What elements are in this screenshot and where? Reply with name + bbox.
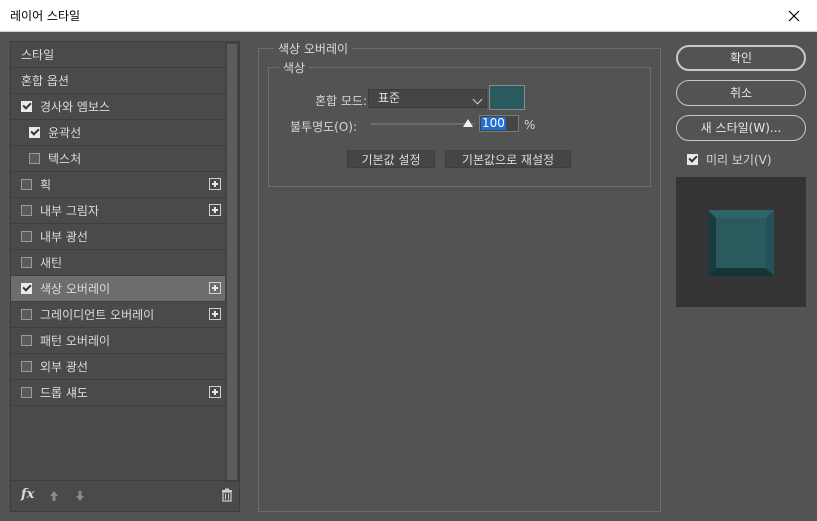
style-item[interactable]: 색상 오버레이 bbox=[11, 276, 225, 302]
style-item[interactable]: 혼합 옵션 bbox=[11, 68, 225, 94]
title-bar: 레이어 스타일 bbox=[0, 0, 817, 32]
style-item-label: 그레이디언트 오버레이 bbox=[40, 308, 155, 322]
arrow-down-icon[interactable] bbox=[75, 490, 85, 502]
fx-button[interactable]: fx bbox=[21, 487, 34, 502]
style-item[interactable]: 새틴 bbox=[11, 250, 225, 276]
trash-icon[interactable] bbox=[221, 488, 233, 502]
blend-mode-value: 표준 bbox=[378, 91, 401, 105]
scrollbar-thumb[interactable] bbox=[227, 44, 237, 480]
add-effect-plus-icon[interactable] bbox=[209, 178, 221, 190]
style-checkbox[interactable] bbox=[21, 205, 32, 216]
style-item[interactable]: 내부 광선 bbox=[11, 224, 225, 250]
style-item-label: 윤곽선 bbox=[48, 126, 82, 140]
styles-list: 스타일혼합 옵션경사와 엠보스윤곽선텍스처획내부 그림자내부 광선새틴색상 오버… bbox=[11, 42, 225, 406]
style-item[interactable]: 외부 광선 bbox=[11, 354, 225, 380]
set-default-label: 기본값 설정 bbox=[361, 153, 421, 167]
cancel-button[interactable]: 취소 bbox=[676, 80, 806, 106]
subgroup-title: 색상 bbox=[279, 59, 310, 76]
blend-mode-select[interactable]: 표준 bbox=[368, 89, 487, 108]
opacity-slider-thumb[interactable] bbox=[463, 119, 473, 127]
style-item-label: 패턴 오버레이 bbox=[40, 334, 111, 348]
style-checkbox[interactable] bbox=[21, 257, 32, 268]
style-checkbox[interactable] bbox=[21, 179, 32, 190]
add-effect-plus-icon[interactable] bbox=[209, 282, 221, 294]
new-style-button[interactable]: 새 스타일(W)... bbox=[676, 115, 806, 141]
group-title: 색상 오버레이 bbox=[274, 40, 353, 57]
style-item[interactable]: 드롭 섀도 bbox=[11, 380, 225, 406]
style-item-label: 외부 광선 bbox=[40, 360, 88, 374]
opacity-label: 불투명도(O): bbox=[290, 120, 358, 134]
overlay-color-swatch[interactable] bbox=[489, 85, 525, 110]
style-item-label: 내부 그림자 bbox=[40, 204, 100, 218]
styles-footer: fx bbox=[11, 480, 239, 511]
reset-default-button[interactable]: 기본값으로 재설정 bbox=[445, 150, 571, 168]
style-checkbox[interactable] bbox=[29, 153, 40, 164]
close-icon bbox=[788, 10, 800, 21]
close-button[interactable] bbox=[771, 0, 817, 31]
style-item[interactable]: 스타일 bbox=[11, 42, 225, 68]
add-effect-plus-icon[interactable] bbox=[209, 386, 221, 398]
preview-thumbnail bbox=[676, 177, 806, 307]
cancel-label: 취소 bbox=[729, 86, 753, 100]
window-title: 레이어 스타일 bbox=[10, 9, 81, 23]
style-checkbox[interactable] bbox=[21, 101, 32, 112]
styles-scrollbar[interactable] bbox=[225, 42, 239, 482]
add-effect-plus-icon[interactable] bbox=[209, 204, 221, 216]
style-item-label: 스타일 bbox=[21, 48, 55, 62]
preview-bevel-square bbox=[708, 210, 774, 276]
opacity-value: 100 bbox=[481, 116, 506, 130]
arrow-up-icon[interactable] bbox=[49, 490, 59, 502]
style-item-label: 혼합 옵션 bbox=[21, 74, 69, 88]
style-checkbox[interactable] bbox=[21, 309, 32, 320]
style-item-label: 획 bbox=[40, 178, 52, 192]
style-checkbox[interactable] bbox=[29, 127, 40, 138]
style-item-label: 색상 오버레이 bbox=[40, 282, 111, 296]
style-item-label: 경사와 엠보스 bbox=[40, 100, 111, 114]
style-item-label: 드롭 섀도 bbox=[40, 386, 88, 400]
preview-label: 미리 보기(V) bbox=[706, 153, 772, 167]
style-item-label: 새틴 bbox=[40, 256, 63, 270]
set-default-button[interactable]: 기본값 설정 bbox=[347, 150, 435, 168]
style-item-label: 내부 광선 bbox=[40, 230, 88, 244]
style-item[interactable]: 패턴 오버레이 bbox=[11, 328, 225, 354]
reset-default-label: 기본값으로 재설정 bbox=[461, 153, 555, 167]
chevron-down-icon bbox=[472, 94, 483, 105]
style-checkbox[interactable] bbox=[21, 335, 32, 346]
style-item[interactable]: 그레이디언트 오버레이 bbox=[11, 302, 225, 328]
style-checkbox[interactable] bbox=[21, 231, 32, 242]
style-item[interactable]: 윤곽선 bbox=[11, 120, 225, 146]
style-item[interactable]: 텍스처 bbox=[11, 146, 225, 172]
color-subgroup: 색상 혼합 모드: 표준 불투명도(O): 100 % bbox=[268, 59, 651, 187]
style-checkbox[interactable] bbox=[21, 361, 32, 372]
style-item[interactable]: 내부 그림자 bbox=[11, 198, 225, 224]
ok-label: 확인 bbox=[729, 51, 753, 65]
style-checkbox[interactable] bbox=[21, 387, 32, 398]
preview-checkbox[interactable] bbox=[687, 154, 698, 165]
preview-toggle[interactable]: 미리 보기(V) bbox=[687, 151, 772, 168]
opacity-input[interactable]: 100 bbox=[479, 115, 519, 132]
blend-mode-label: 혼합 모드: bbox=[315, 94, 368, 108]
style-item[interactable]: 경사와 엠보스 bbox=[11, 94, 225, 120]
color-overlay-group: 색상 오버레이 색상 혼합 모드: 표준 불투명도(O): 100 % 기본값 … bbox=[258, 40, 661, 512]
style-item-label: 텍스처 bbox=[48, 152, 82, 166]
style-item[interactable]: 획 bbox=[11, 172, 225, 198]
add-effect-plus-icon[interactable] bbox=[209, 308, 221, 320]
opacity-unit: % bbox=[524, 118, 536, 132]
ok-button[interactable]: 확인 bbox=[676, 45, 806, 71]
new-style-label: 새 스타일(W)... bbox=[700, 121, 782, 135]
opacity-slider[interactable] bbox=[371, 123, 475, 125]
styles-panel: 스타일혼합 옵션경사와 엠보스윤곽선텍스처획내부 그림자내부 광선새틴색상 오버… bbox=[10, 41, 240, 512]
style-checkbox[interactable] bbox=[21, 283, 32, 294]
